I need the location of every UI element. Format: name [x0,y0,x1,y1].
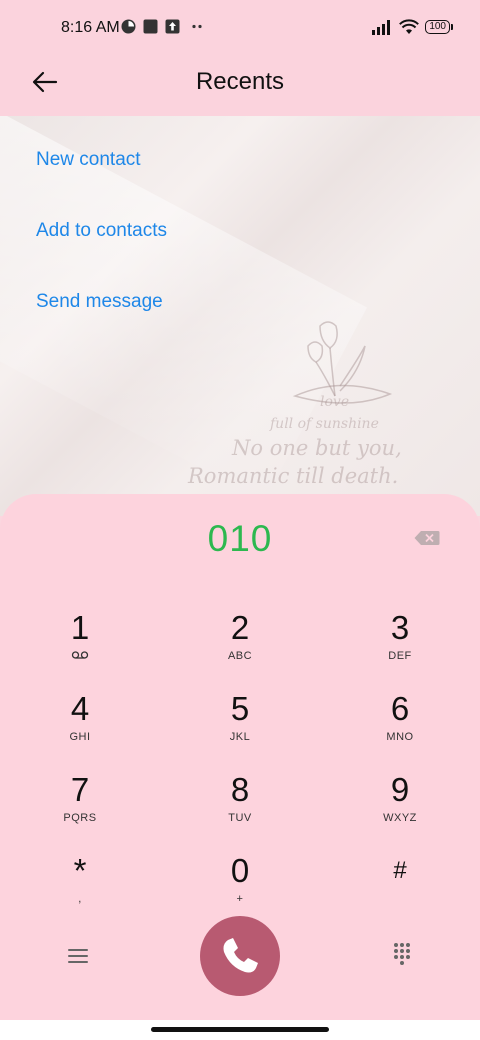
key-1[interactable]: 1 [20,610,140,680]
key-5[interactable]: 5 JKL [180,691,300,761]
wifi-icon [399,19,420,34]
status-bar: 8:16 AM 100 [0,0,480,56]
page-title: Recents [195,68,285,95]
circle-app-icon [121,19,136,34]
key-0[interactable]: 0 + [180,853,300,923]
wallpaper-area: New contact Add to contacts Send message… [0,116,480,516]
call-button[interactable] [200,916,280,996]
key-star[interactable]: * , [20,853,140,923]
new-contact-link[interactable]: New contact [36,149,141,171]
key-6[interactable]: 6 MNO [340,691,460,761]
dialpad-icon[interactable] [390,942,414,966]
square-app-icon [143,19,158,34]
key-4[interactable]: 4 GHI [20,691,140,761]
key-8[interactable]: 8 TUV [180,772,300,842]
key-2[interactable]: 2 ABC [180,610,300,680]
signal-icon [372,20,391,35]
status-time: 8:16 AM [61,19,120,36]
home-indicator[interactable] [151,1027,329,1032]
phone-icon [223,938,258,973]
wallpaper-text-1: love [320,394,350,410]
backspace-icon[interactable] [414,530,440,546]
send-message-link[interactable]: Send message [36,291,163,313]
dialer-panel: 010 1 2 ABC 3 DEF 4 GHI 5 JKL 6 MNO 7 PQ… [0,494,480,1020]
wallpaper-text-3: No one but you, [232,436,402,460]
battery-icon: 100 [425,20,453,34]
app-header: Recents [0,56,480,116]
wallpaper-text-4: Romantic till death. [188,464,399,488]
menu-icon[interactable] [66,946,90,966]
upload-icon [165,19,180,34]
key-hash[interactable]: # [340,853,460,923]
key-3[interactable]: 3 DEF [340,610,460,680]
wallpaper-text-2: full of sunshine [270,416,379,432]
key-7[interactable]: 7 PQRS [20,772,140,842]
add-to-contacts-link[interactable]: Add to contacts [36,220,167,242]
navigation-bar [0,1020,480,1040]
more-dots-icon [192,24,202,29]
key-9[interactable]: 9 WXYZ [340,772,460,842]
voicemail-icon [71,651,89,659]
dialed-number: 010 [207,518,273,559]
